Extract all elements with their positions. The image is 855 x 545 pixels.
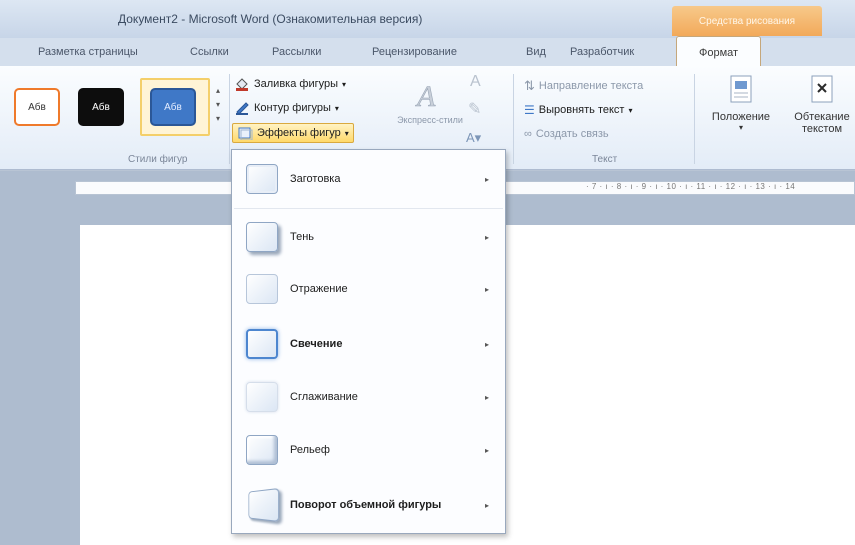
chevron-down-icon: ▾ xyxy=(344,128,349,138)
chevron-right-icon: ▸ xyxy=(484,339,489,349)
link-icon: ∞ xyxy=(524,128,532,140)
wordart-icon: A xyxy=(415,80,437,114)
position-button[interactable]: Положение ▾ xyxy=(704,74,778,132)
text-direction-icon: ⇅ xyxy=(524,78,535,93)
contextual-tab-group-header: Средства рисования xyxy=(672,6,822,36)
text-outline-icon[interactable]: ✎ xyxy=(468,99,481,119)
text-direction-label: Направление текста xyxy=(538,80,644,92)
reflection-thumbnail-icon xyxy=(246,274,278,304)
wrap-text-label-1: Обтекание xyxy=(794,111,850,123)
create-link-label: Создать связь xyxy=(535,128,609,140)
gallery-scroll-arrows[interactable]: ▴ ▾ ▾ xyxy=(216,84,226,126)
chevron-down-icon: ▾ xyxy=(334,103,339,113)
rotation-thumbnail-icon xyxy=(248,487,280,523)
group-separator xyxy=(513,74,514,164)
group-separator xyxy=(694,74,695,164)
glow-thumbnail-icon xyxy=(246,329,278,359)
bevel-thumbnail-icon xyxy=(246,435,278,465)
shape-effects-button[interactable]: Эффекты фигур ▾ xyxy=(232,123,354,143)
shape-effects-icon xyxy=(237,126,253,141)
create-link-button[interactable]: ∞ Создать связь xyxy=(524,124,609,144)
wrap-text-label-2: текстом xyxy=(801,123,843,135)
group-label-text: Текст xyxy=(592,154,618,165)
chevron-down-icon: ▾ xyxy=(738,123,743,132)
shadow-thumbnail-icon xyxy=(246,222,278,252)
chevron-down-icon: ▾ xyxy=(628,105,633,115)
tab-references[interactable]: Ссылки xyxy=(190,46,229,58)
group-label-shape-styles: Стили фигур xyxy=(128,154,188,165)
text-direction-button[interactable]: ⇅ Направление текста xyxy=(524,76,643,96)
shape-style-white[interactable]: Абв xyxy=(14,88,60,126)
group-separator xyxy=(229,74,230,164)
menu-item-bevel[interactable]: Рельеф ▸ xyxy=(234,425,503,475)
title-bar: Документ2 - Microsoft Word (Ознакомитель… xyxy=(0,0,855,38)
contextual-tab-group-label: Средства рисования xyxy=(698,16,796,27)
text-fill-icon[interactable]: A xyxy=(470,72,481,92)
shape-outline-button[interactable]: Контур фигуры ▾ xyxy=(234,98,339,118)
chevron-right-icon: ▸ xyxy=(484,232,489,242)
wrap-text-button[interactable]: Обтекание текстом xyxy=(786,74,855,135)
menu-item-label: Поворот объемной фигуры xyxy=(290,499,442,511)
position-icon xyxy=(730,75,752,103)
tab-mailings[interactable]: Рассылки xyxy=(272,46,321,58)
tab-review[interactable]: Рецензирование xyxy=(372,46,457,58)
menu-item-label: Рельеф xyxy=(290,444,330,456)
preset-thumbnail-icon xyxy=(246,164,278,194)
menu-item-glow[interactable]: Свечение ▸ xyxy=(234,319,503,369)
svg-text:A: A xyxy=(415,80,436,112)
tab-developer[interactable]: Разработчик xyxy=(570,46,634,58)
chevron-down-icon: ▾ xyxy=(342,79,347,89)
shape-effects-label: Эффекты фигур xyxy=(257,127,341,139)
menu-item-label: Заготовка xyxy=(290,173,341,185)
menu-item-shadow[interactable]: Тень ▸ xyxy=(234,212,503,262)
menu-item-3d-rotation[interactable]: Поворот объемной фигуры ▸ xyxy=(234,480,503,530)
align-text-label: Выровнять текст xyxy=(538,104,625,116)
menu-item-preset[interactable]: Заготовка ▸ xyxy=(234,154,503,204)
wordart-styles-button[interactable]: A Экспресс-стили xyxy=(395,80,465,125)
window-title: Документ2 - Microsoft Word (Ознакомитель… xyxy=(118,12,423,26)
align-text-icon: ☰ xyxy=(524,103,535,117)
menu-item-label: Свечение xyxy=(290,338,343,350)
ruler-marks: · 7 · ı · 8 · ı · 9 · ı · 10 · ı · 11 · … xyxy=(586,182,796,191)
tab-format[interactable]: Формат xyxy=(676,36,762,66)
menu-item-label: Отражение xyxy=(290,283,348,295)
menu-item-label: Тень xyxy=(290,231,315,243)
align-text-button[interactable]: ☰ Выровнять текст ▾ xyxy=(524,100,632,120)
menu-item-soft-edges[interactable]: Сглаживание ▸ xyxy=(234,372,503,422)
shape-effects-menu: Заготовка ▸ Тень ▸ Отражение ▸ Свечение … xyxy=(231,149,506,534)
menu-separator xyxy=(234,208,503,209)
menu-item-reflection[interactable]: Отражение ▸ xyxy=(234,264,503,314)
shape-style-black[interactable]: Абв xyxy=(78,88,124,126)
soft-edges-thumbnail-icon xyxy=(246,382,278,412)
ribbon-tabs: Разметка страницы Ссылки Рассылки Реценз… xyxy=(0,36,855,66)
shape-style-blue[interactable]: Абв xyxy=(150,88,196,126)
shape-outline-label: Контур фигуры xyxy=(254,102,331,114)
chevron-right-icon: ▸ xyxy=(484,392,489,402)
paint-bucket-icon xyxy=(234,77,250,91)
wordart-styles-label: Экспресс-стили xyxy=(397,115,463,125)
text-effects-icon[interactable]: A▾ xyxy=(466,128,481,148)
shape-fill-label: Заливка фигуры xyxy=(254,78,339,90)
position-label: Положение xyxy=(711,111,771,123)
tab-view[interactable]: Вид xyxy=(526,46,546,58)
menu-item-label: Сглаживание xyxy=(290,391,358,403)
wrap-text-icon xyxy=(811,75,833,103)
chevron-right-icon: ▸ xyxy=(484,284,489,294)
tab-page-layout[interactable]: Разметка страницы xyxy=(38,46,138,58)
pen-icon xyxy=(234,101,250,115)
chevron-right-icon: ▸ xyxy=(484,445,489,455)
shape-fill-button[interactable]: Заливка фигуры ▾ xyxy=(234,74,346,94)
chevron-right-icon: ▸ xyxy=(484,500,489,510)
chevron-right-icon: ▸ xyxy=(484,174,489,184)
